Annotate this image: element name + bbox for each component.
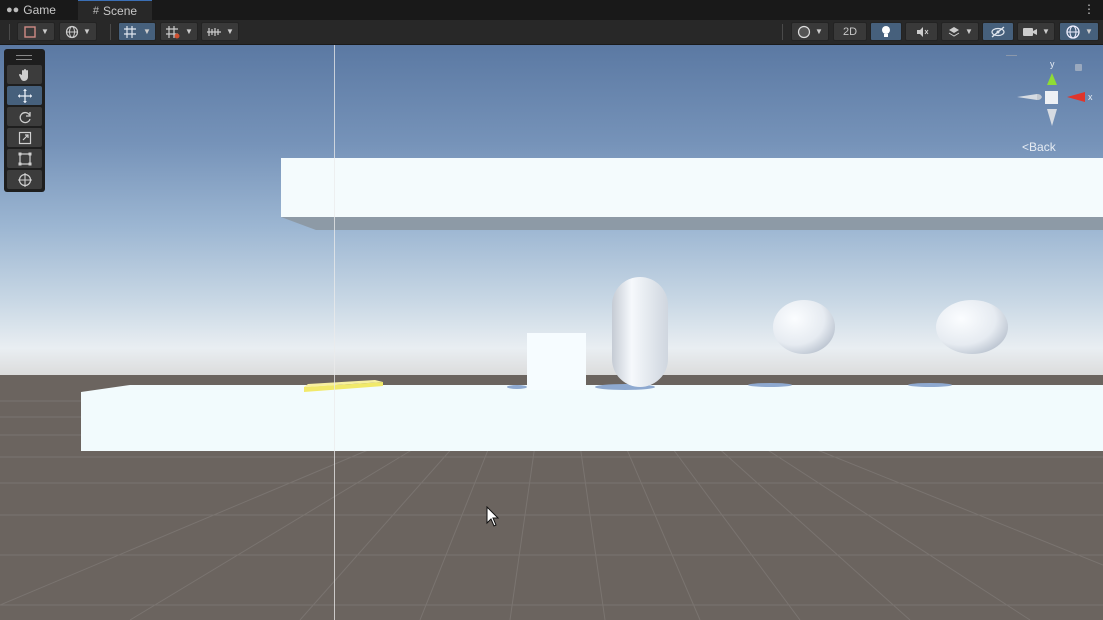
- gizmos-dropdown[interactable]: ▼: [1059, 22, 1099, 41]
- tab-game[interactable]: ●● Game: [6, 0, 56, 20]
- toggle-2d-button[interactable]: 2D: [833, 22, 867, 41]
- scene-geometry: [81, 158, 1103, 451]
- chevron-down-icon: ▼: [1042, 27, 1050, 36]
- axis-x-cone[interactable]: [1067, 92, 1085, 102]
- cube-object[interactable]: [527, 333, 586, 390]
- move-arrows-icon: [17, 88, 32, 103]
- vertical-guide-line: [334, 45, 335, 620]
- capsule-object[interactable]: [612, 277, 668, 387]
- rect-tool-button[interactable]: [7, 149, 42, 168]
- increment-snap-dropdown[interactable]: ▼: [201, 22, 239, 41]
- chevron-down-icon: ▼: [226, 27, 234, 36]
- hand-tool-button[interactable]: [7, 65, 42, 84]
- ceiling-slab-underside: [281, 217, 1103, 230]
- sphere-shadow-2: [908, 383, 952, 387]
- move-tool-button[interactable]: [7, 86, 42, 105]
- effects-dropdown[interactable]: ▼: [941, 22, 979, 41]
- rotate-icon: [19, 111, 31, 123]
- grid-icon: [166, 25, 180, 38]
- sphere-object-1[interactable]: [773, 300, 835, 354]
- axis-neg-x-cone[interactable]: [1017, 94, 1037, 100]
- mute-icon: [916, 26, 928, 37]
- scene-viewport[interactable]: y x <Back: [0, 45, 1103, 620]
- window-tab-bar: ●● Game # Scene ⋮: [0, 0, 1103, 20]
- sphere-object-2[interactable]: [936, 300, 1008, 354]
- view-direction-label[interactable]: <Back: [1022, 140, 1056, 154]
- view-direction-text: Back: [1029, 140, 1056, 154]
- gizmo-sphere-icon: [1066, 24, 1080, 39]
- layers-icon: [948, 26, 960, 37]
- scale-icon: [18, 131, 31, 144]
- axis-x-label: x: [1088, 92, 1093, 102]
- tab-scene[interactable]: # Scene: [78, 0, 152, 20]
- ceiling-slab[interactable]: [281, 158, 1103, 217]
- toolbar-grip: [9, 24, 10, 40]
- scene-toolbar: ▼ ▼ ▼ ▼ ▼ ▼ 2D ▼ ▼ ▼: [0, 20, 1103, 45]
- draw-mode-dropdown[interactable]: ▼: [17, 22, 55, 41]
- hash-icon: #: [92, 4, 100, 17]
- ruler-icon: [207, 27, 222, 36]
- axis-y-label: y: [1050, 59, 1055, 69]
- toggle-2d-label: 2D: [842, 25, 858, 38]
- camera-icon: [1023, 27, 1038, 36]
- sphere-shadow-1: [748, 383, 792, 387]
- floor-platform[interactable]: [81, 385, 1103, 451]
- grid-snap-icon: [124, 25, 137, 38]
- cube-shadow: [507, 385, 527, 389]
- chevron-down-icon: ▼: [815, 27, 823, 36]
- chevron-down-icon: ▼: [83, 27, 91, 36]
- back-chevron-icon: <: [1022, 140, 1030, 154]
- camera-dropdown[interactable]: ▼: [1017, 22, 1055, 41]
- lock-icon[interactable]: [1075, 64, 1082, 71]
- more-options-icon[interactable]: ⋮: [1083, 2, 1095, 16]
- hand-icon: [18, 68, 28, 81]
- toolbar-grip-right: [782, 24, 783, 40]
- shading-sphere-icon: [797, 25, 811, 38]
- globe-icon: [65, 25, 79, 38]
- grid-visibility-dropdown[interactable]: ▼: [160, 22, 198, 41]
- toolbar-separator: [110, 24, 111, 40]
- scale-tool-button[interactable]: [7, 128, 42, 147]
- shading-mode-icon: [24, 25, 36, 38]
- tab-scene-label: Scene: [103, 3, 138, 18]
- global-local-dropdown[interactable]: ▼: [59, 22, 97, 41]
- chevron-down-icon: ▼: [185, 27, 193, 36]
- tools-drag-handle[interactable]: [16, 55, 32, 60]
- transform-tool-button[interactable]: [7, 170, 42, 189]
- gizmo-center-cube[interactable]: [1045, 91, 1058, 104]
- axis-neg-y-cone[interactable]: [1047, 109, 1057, 126]
- hidden-eye-icon: [991, 26, 1005, 37]
- mouse-cursor-icon: [486, 506, 500, 527]
- audio-toggle-button[interactable]: [905, 22, 938, 41]
- transform-icon: [17, 172, 32, 187]
- tab-game-label: Game: [23, 3, 56, 17]
- chevron-down-icon: ▼: [1085, 27, 1093, 36]
- gamepad-icon: ●●: [6, 4, 20, 16]
- chevron-down-icon: ▼: [965, 27, 973, 36]
- lightbulb-icon: [882, 25, 890, 37]
- axis-y-cone[interactable]: [1047, 73, 1057, 85]
- scene-visibility-button[interactable]: [982, 22, 1014, 41]
- lighting-toggle-button[interactable]: [870, 22, 902, 41]
- grid-snapping-dropdown[interactable]: ▼: [118, 22, 156, 41]
- chevron-down-icon: ▼: [143, 27, 151, 36]
- tools-overlay: [4, 49, 45, 192]
- shading-dropdown[interactable]: ▼: [791, 22, 829, 41]
- rect-transform-icon: [18, 152, 31, 165]
- rotate-tool-button[interactable]: [7, 107, 42, 126]
- chevron-down-icon: ▼: [41, 27, 49, 36]
